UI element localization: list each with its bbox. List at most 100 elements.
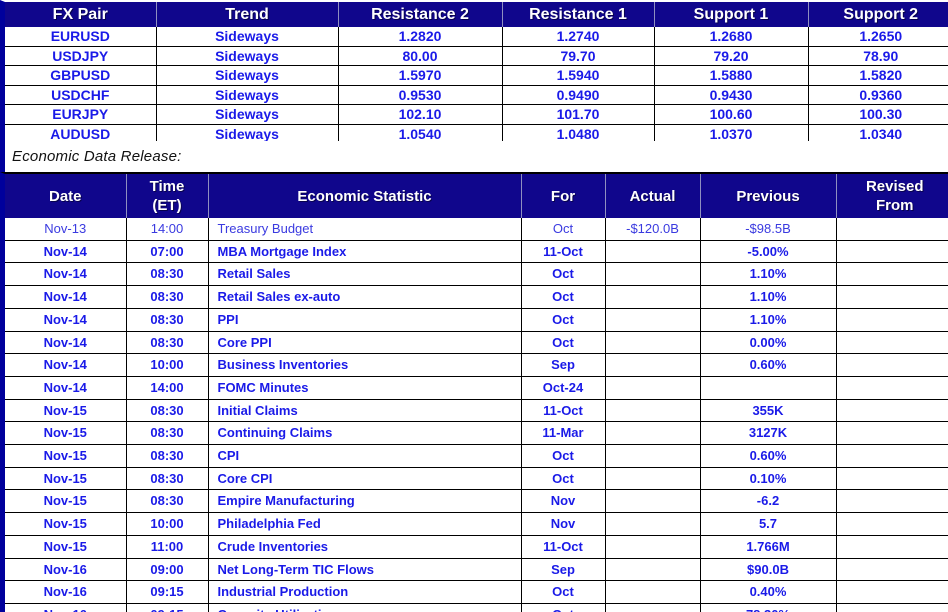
econ-cell-actual[interactable] xyxy=(605,467,701,491)
econ-cell-time[interactable]: 08:30 xyxy=(126,489,209,514)
fx-cell-resistance2[interactable]: 1.2820 xyxy=(338,27,503,47)
econ-column-header-previous[interactable]: Previous xyxy=(700,174,837,218)
fx-cell-resistance2[interactable]: 102.10 xyxy=(338,104,503,125)
econ-cell-time[interactable]: 09:15 xyxy=(126,580,209,604)
econ-cell-date[interactable]: Nov-14 xyxy=(5,308,127,332)
econ-cell-previous[interactable]: 1.10% xyxy=(700,285,837,309)
econ-cell-revised-from[interactable] xyxy=(836,489,948,514)
fx-cell-support1[interactable]: 0.9430 xyxy=(654,85,809,105)
econ-cell-statistic[interactable]: Treasury Budget xyxy=(208,218,522,241)
econ-cell-revised-from[interactable] xyxy=(836,308,948,332)
econ-cell-revised-from[interactable] xyxy=(836,399,948,423)
econ-cell-for[interactable]: 11-Oct xyxy=(521,399,606,423)
econ-cell-statistic[interactable]: Industrial Production xyxy=(208,580,522,604)
fx-cell-resistance2[interactable]: 0.9530 xyxy=(338,85,503,105)
econ-cell-actual[interactable] xyxy=(605,444,701,468)
econ-cell-for[interactable]: Oct xyxy=(521,285,606,309)
econ-cell-actual[interactable] xyxy=(605,376,701,400)
fx-cell-resistance1[interactable]: 1.2740 xyxy=(502,27,655,47)
fx-cell-trend[interactable]: Sideways xyxy=(156,65,339,86)
fx-cell-trend[interactable]: Sideways xyxy=(156,46,339,66)
econ-cell-previous[interactable] xyxy=(700,376,837,400)
econ-cell-statistic[interactable]: Philadelphia Fed xyxy=(208,512,522,536)
econ-cell-revised-from[interactable] xyxy=(836,218,948,241)
econ-cell-revised-from[interactable] xyxy=(836,285,948,309)
fx-cell-pair[interactable]: EURUSD xyxy=(5,27,157,47)
econ-cell-statistic[interactable]: Crude Inventories xyxy=(208,535,522,559)
econ-cell-actual[interactable] xyxy=(605,285,701,309)
econ-cell-revised-from[interactable] xyxy=(836,421,948,446)
econ-cell-actual[interactable]: -$120.0B xyxy=(605,218,701,241)
econ-cell-actual[interactable] xyxy=(605,580,701,604)
econ-cell-date[interactable]: Nov-14 xyxy=(5,240,127,264)
econ-cell-previous[interactable]: 355K xyxy=(700,399,837,423)
econ-cell-date[interactable]: Nov-14 xyxy=(5,376,127,400)
econ-column-header-revised-from[interactable]: Revised From xyxy=(836,174,948,218)
econ-cell-time[interactable]: 09:15 xyxy=(126,603,209,612)
econ-cell-for[interactable]: Oct xyxy=(521,467,606,491)
econ-cell-for[interactable]: Oct xyxy=(521,218,606,241)
fx-cell-support2[interactable]: 78.90 xyxy=(808,46,948,66)
econ-cell-statistic[interactable]: Retail Sales ex-auto xyxy=(208,285,522,309)
econ-cell-time[interactable]: 08:30 xyxy=(126,308,209,332)
econ-cell-date[interactable]: Nov-14 xyxy=(5,353,127,377)
econ-cell-previous[interactable]: 1.766M xyxy=(700,535,837,559)
econ-cell-time[interactable]: 10:00 xyxy=(126,353,209,377)
econ-cell-date[interactable]: Nov-14 xyxy=(5,262,127,287)
econ-cell-for[interactable]: Oct xyxy=(521,603,606,612)
econ-cell-statistic[interactable]: Business Inventories xyxy=(208,353,522,377)
econ-cell-statistic[interactable]: Continuing Claims xyxy=(208,421,522,446)
econ-cell-statistic[interactable]: MBA Mortgage Index xyxy=(208,240,522,264)
econ-cell-statistic[interactable]: Initial Claims xyxy=(208,399,522,423)
econ-cell-statistic[interactable]: Core CPI xyxy=(208,467,522,491)
econ-cell-for[interactable]: Oct xyxy=(521,262,606,287)
econ-cell-time[interactable]: 08:30 xyxy=(126,331,209,355)
econ-cell-statistic[interactable]: Capacity Utilization xyxy=(208,603,522,612)
econ-cell-for[interactable]: Sep xyxy=(521,558,606,582)
econ-cell-revised-from[interactable] xyxy=(836,240,948,264)
econ-cell-date[interactable]: Nov-15 xyxy=(5,512,127,536)
econ-column-header-date[interactable]: Date xyxy=(5,174,127,218)
econ-cell-for[interactable]: Oct xyxy=(521,580,606,604)
econ-cell-statistic[interactable]: PPI xyxy=(208,308,522,332)
fx-cell-support1[interactable]: 1.5880 xyxy=(654,65,809,86)
econ-cell-date[interactable]: Nov-15 xyxy=(5,535,127,559)
econ-cell-statistic[interactable]: Empire Manufacturing xyxy=(208,489,522,514)
econ-cell-statistic[interactable]: Retail Sales xyxy=(208,262,522,287)
econ-cell-date[interactable]: Nov-16 xyxy=(5,603,127,612)
econ-cell-previous[interactable]: -6.2 xyxy=(700,489,837,514)
econ-cell-time[interactable]: 14:00 xyxy=(126,218,209,241)
econ-cell-revised-from[interactable] xyxy=(836,535,948,559)
econ-cell-previous[interactable]: 5.7 xyxy=(700,512,837,536)
econ-cell-previous[interactable]: 0.00% xyxy=(700,331,837,355)
econ-cell-statistic[interactable]: Core PPI xyxy=(208,331,522,355)
fx-cell-resistance1[interactable]: 1.5940 xyxy=(502,65,655,86)
econ-cell-date[interactable]: Nov-16 xyxy=(5,580,127,604)
econ-column-header-actual[interactable]: Actual xyxy=(605,174,701,218)
econ-cell-previous[interactable]: -$98.5B xyxy=(700,218,837,241)
econ-cell-previous[interactable]: $90.0B xyxy=(700,558,837,582)
econ-column-header-time[interactable]: Time (ET) xyxy=(126,174,209,218)
econ-cell-date[interactable]: Nov-16 xyxy=(5,558,127,582)
econ-cell-time[interactable]: 08:30 xyxy=(126,262,209,287)
econ-cell-previous[interactable]: 0.60% xyxy=(700,353,837,377)
fx-cell-support1[interactable]: 1.2680 xyxy=(654,27,809,47)
econ-cell-time[interactable]: 10:00 xyxy=(126,512,209,536)
econ-cell-revised-from[interactable] xyxy=(836,444,948,468)
fx-column-header-support1[interactable]: Support 1 xyxy=(654,2,809,27)
fx-cell-pair[interactable]: GBPUSD xyxy=(5,65,157,86)
fx-cell-resistance1[interactable]: 0.9490 xyxy=(502,85,655,105)
econ-cell-actual[interactable] xyxy=(605,240,701,264)
fx-cell-trend[interactable]: Sideways xyxy=(156,27,339,47)
fx-column-header-resistance1[interactable]: Resistance 1 xyxy=(502,2,655,27)
econ-cell-actual[interactable] xyxy=(605,331,701,355)
econ-cell-time[interactable]: 14:00 xyxy=(126,376,209,400)
econ-cell-actual[interactable] xyxy=(605,421,701,446)
econ-cell-time[interactable]: 08:30 xyxy=(126,467,209,491)
econ-cell-revised-from[interactable] xyxy=(836,467,948,491)
fx-column-header-resistance2[interactable]: Resistance 2 xyxy=(338,2,503,27)
econ-cell-for[interactable]: Oct xyxy=(521,444,606,468)
econ-cell-time[interactable]: 08:30 xyxy=(126,421,209,446)
fx-column-header-support2[interactable]: Support 2 xyxy=(808,2,948,27)
fx-cell-resistance2[interactable]: 80.00 xyxy=(338,46,503,66)
